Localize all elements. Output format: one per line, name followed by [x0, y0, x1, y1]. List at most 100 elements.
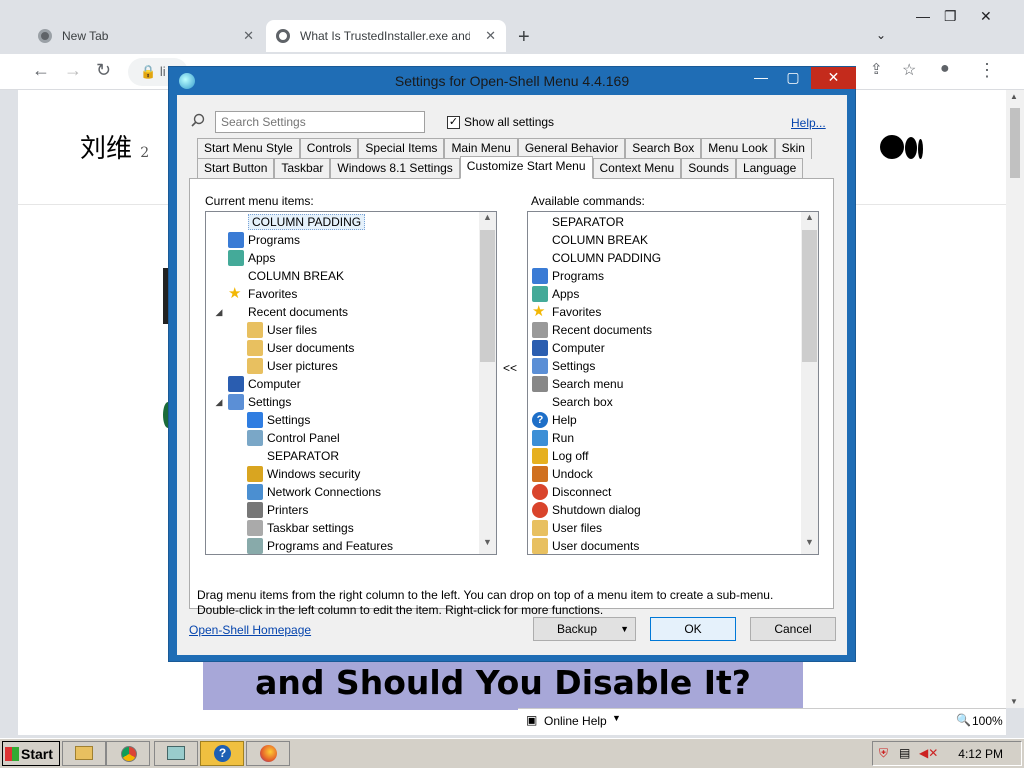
medium-logo[interactable]	[880, 135, 924, 162]
cancel-button[interactable]: Cancel	[750, 617, 836, 641]
tree-item[interactable]: Programs	[214, 231, 300, 249]
close-tab-icon[interactable]: ✕	[243, 28, 254, 44]
command-item[interactable]: Shutdown dialog	[532, 501, 641, 519]
clock[interactable]: 4:12 PM	[958, 747, 1003, 761]
command-item[interactable]: SEPARATOR	[532, 213, 624, 231]
tab-taskbar[interactable]: Taskbar	[274, 158, 331, 179]
tree-item[interactable]: COLUMN BREAK	[214, 267, 344, 285]
command-item[interactable]: COLUMN BREAK	[532, 231, 648, 249]
command-item[interactable]: Recent documents	[532, 321, 652, 339]
firefox-task[interactable]	[246, 741, 290, 766]
ok-button[interactable]: OK	[650, 617, 736, 641]
explorer-task[interactable]	[62, 741, 106, 766]
tree-item[interactable]: SEPARATOR	[233, 447, 339, 465]
security-alert-icon[interactable]: ⛨	[879, 746, 888, 761]
online-help-label[interactable]: Online Help	[544, 714, 607, 728]
command-item[interactable]: Disconnect	[532, 483, 611, 501]
command-item[interactable]: Log off	[532, 447, 588, 465]
tree-item[interactable]: Control Panel	[233, 429, 340, 447]
profile-icon[interactable]: ●	[940, 60, 950, 78]
tree-item[interactable]: Settings	[233, 411, 310, 429]
chevron-down-icon[interactable]: ▼	[612, 713, 621, 723]
dropdown-arrow-icon[interactable]: ▼	[620, 618, 629, 640]
tab-search-icon[interactable]: ⌄	[876, 28, 886, 42]
tab-customize-start-menu[interactable]: Customize Start Menu	[459, 156, 593, 179]
maximize-icon[interactable]: ▢	[779, 67, 807, 89]
tab-special-items[interactable]: Special Items	[358, 138, 445, 159]
tab-skin[interactable]: Skin	[774, 138, 812, 159]
tree-item[interactable]: ★ Favorites	[214, 285, 297, 303]
search-input[interactable]	[215, 111, 425, 133]
command-item[interactable]: Programs	[532, 267, 604, 285]
tree-item[interactable]: User files	[233, 321, 317, 339]
command-item[interactable]: Settings	[532, 357, 595, 375]
command-item[interactable]: Search box	[532, 393, 613, 411]
expand-arrow-icon[interactable]: ◢	[214, 397, 224, 408]
minimize-icon[interactable]: —	[747, 67, 775, 89]
new-tab-button[interactable]: +	[518, 26, 530, 49]
checkbox-box[interactable]: ✓	[447, 115, 460, 129]
chrome-task[interactable]	[106, 741, 150, 766]
command-item[interactable]: Apps	[532, 285, 579, 303]
zoom-level[interactable]: 100%	[972, 714, 1003, 728]
tab-new-tab[interactable]: New Tab ✕	[28, 20, 264, 52]
tab-language[interactable]: Language	[735, 158, 804, 179]
tab-menu-look[interactable]: Menu Look	[701, 138, 775, 159]
close-icon[interactable]: ✕	[811, 67, 856, 89]
show-all-checkbox[interactable]: ✓ Show all settings	[447, 115, 554, 129]
command-item[interactable]: Undock	[532, 465, 593, 483]
start-button[interactable]: Start	[2, 741, 60, 766]
homepage-link[interactable]: Open-Shell Homepage	[189, 623, 311, 637]
tab-search-box[interactable]: Search Box	[625, 138, 702, 159]
reload-icon[interactable]: ↻	[96, 60, 111, 81]
tree-item[interactable]: Taskbar settings	[233, 519, 354, 537]
tree-item[interactable]: Windows security	[233, 465, 360, 483]
share-icon[interactable]: ⇪	[870, 60, 883, 78]
network-icon[interactable]: ▤	[899, 746, 910, 760]
help-link[interactable]: Help...	[791, 116, 826, 130]
tab-trustedinstaller[interactable]: What Is TrustedInstaller.exe and ✕	[266, 20, 506, 52]
command-item[interactable]: User documents	[532, 537, 639, 554]
back-icon[interactable]: ←	[32, 60, 50, 81]
command-item[interactable]: ★ Favorites	[532, 303, 601, 321]
close-icon[interactable]: ✕	[980, 8, 992, 25]
command-item[interactable]: Run	[532, 429, 574, 447]
tree-item[interactable]: User pictures	[233, 357, 338, 375]
tab-context-menu[interactable]: Context Menu	[592, 158, 682, 179]
close-tab-icon[interactable]: ✕	[485, 28, 496, 44]
tab-start-button[interactable]: Start Button	[197, 158, 275, 179]
command-item[interactable]: User files	[532, 519, 602, 537]
tab-windows-8-1-settings[interactable]: Windows 8.1 Settings	[330, 158, 460, 179]
help-task[interactable]: ?	[200, 741, 244, 766]
tree-item[interactable]: Apps	[214, 249, 275, 267]
command-item[interactable]: Search menu	[532, 375, 623, 393]
bookmark-star-icon[interactable]: ☆	[902, 60, 916, 80]
backup-button[interactable]: Backup ▼	[533, 617, 636, 641]
forward-icon[interactable]: →	[64, 60, 82, 81]
vertical-scrollbar[interactable]: ▲ ▼	[479, 212, 496, 554]
tree-item[interactable]: User documents	[233, 339, 354, 357]
tab-start-menu-style[interactable]: Start Menu Style	[197, 138, 300, 159]
move-left-button[interactable]: <<	[503, 361, 517, 375]
expand-arrow-icon[interactable]: ◢	[214, 307, 224, 318]
volume-muted-icon[interactable]: ◀✕	[919, 746, 938, 760]
command-item[interactable]: ? Help	[532, 411, 577, 429]
tree-item[interactable]: Programs and Features	[233, 537, 393, 554]
tree-item[interactable]: COLUMN PADDING	[214, 213, 366, 231]
command-item[interactable]: Computer	[532, 339, 605, 357]
tree-item[interactable]: ◢ Settings	[214, 393, 291, 411]
maximize-icon[interactable]: ❐	[944, 8, 957, 25]
tab-sounds[interactable]: Sounds	[681, 158, 736, 179]
tree-item[interactable]: Computer	[214, 375, 301, 393]
tab-controls[interactable]: Controls	[299, 138, 359, 159]
minimize-icon[interactable]: —	[916, 8, 930, 24]
settings-task[interactable]	[154, 741, 198, 766]
tree-item[interactable]: Printers	[233, 501, 308, 519]
available-commands-list[interactable]: User documents User files Shutdown dialog D…	[527, 211, 819, 555]
current-items-tree[interactable]: Programs and Features Taskbar settings Pri…	[205, 211, 497, 555]
menu-dots-icon[interactable]: ⋮	[978, 60, 996, 81]
page-scrollbar[interactable]: ▲ ▼	[1006, 90, 1024, 708]
vertical-scrollbar[interactable]: ▲ ▼	[801, 212, 818, 554]
tree-item[interactable]: ◢ Recent documents	[214, 303, 349, 321]
command-item[interactable]: COLUMN PADDING	[532, 249, 661, 267]
